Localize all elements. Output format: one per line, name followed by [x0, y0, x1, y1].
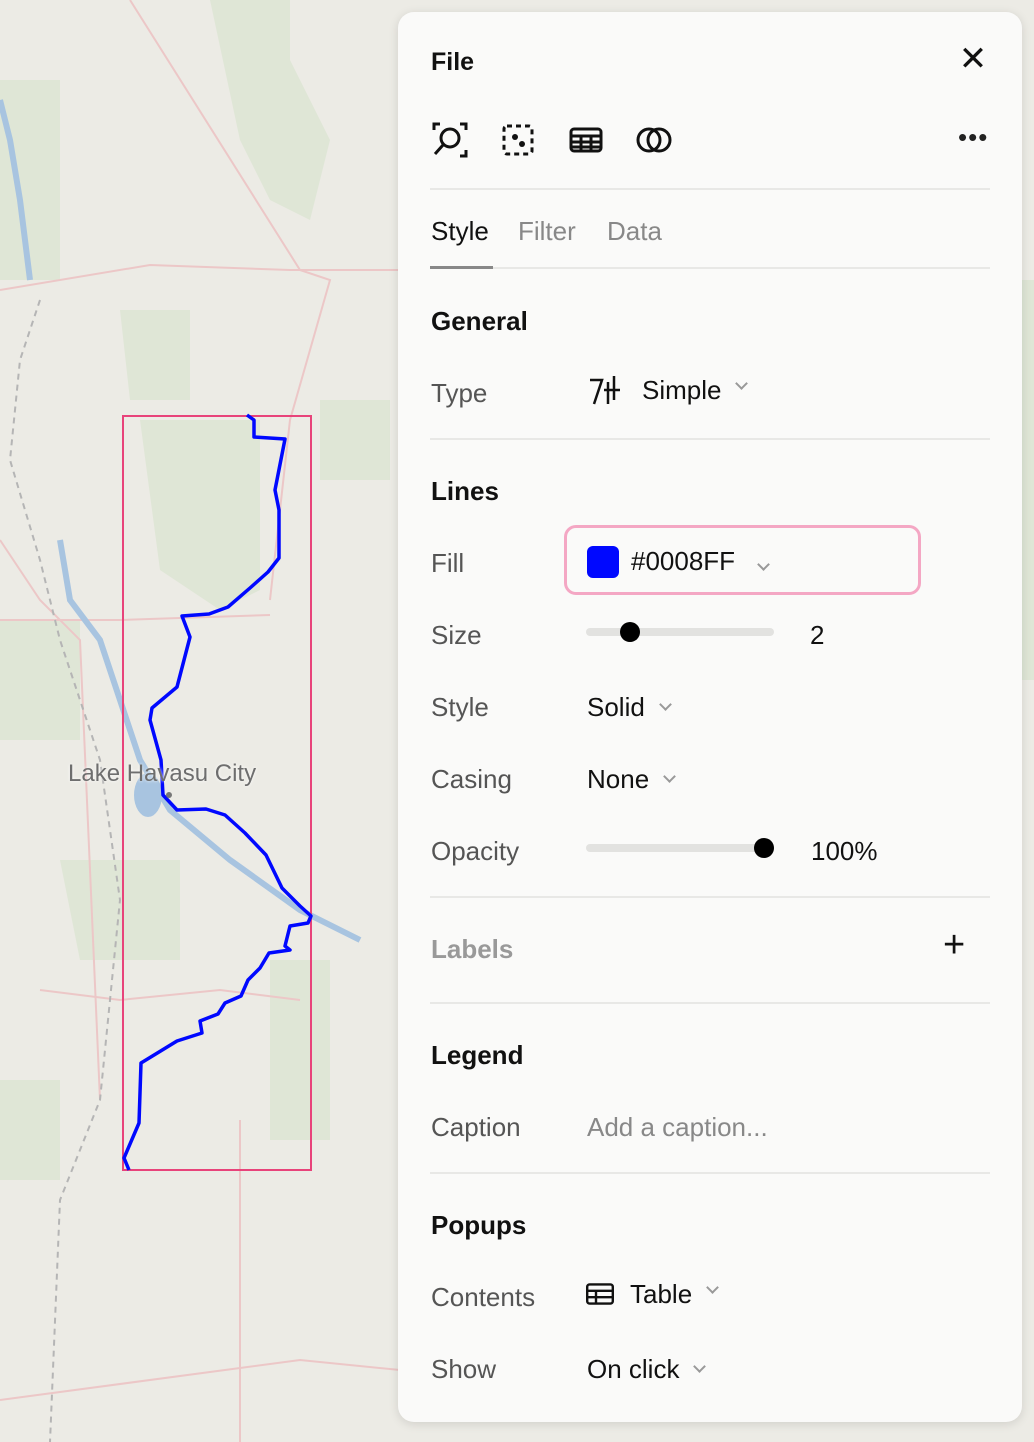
- chevron-down-icon: [658, 698, 672, 711]
- blend-icon[interactable]: [634, 120, 674, 160]
- table-icon: [586, 1283, 614, 1305]
- show-dropdown[interactable]: On click: [587, 1354, 707, 1385]
- section-general: General: [431, 306, 528, 336]
- casing-label: Casing: [431, 764, 512, 794]
- fill-label: Fill: [431, 548, 465, 578]
- close-icon[interactable]: ✕: [958, 42, 988, 76]
- section-labels: Labels: [431, 934, 514, 964]
- type-value: Simple: [642, 374, 722, 405]
- section-legend: Legend: [431, 1040, 524, 1070]
- size-value: 2: [810, 620, 825, 650]
- layer-style-panel: File ✕ ••• Style Filter Data General Typ…: [398, 12, 1022, 1422]
- contents-value: Table: [630, 1278, 693, 1309]
- tab-data[interactable]: Data: [607, 216, 662, 247]
- opacity-value: 100%: [811, 836, 878, 866]
- show-label: Show: [431, 1354, 497, 1384]
- slider-handle[interactable]: [754, 838, 774, 858]
- divider: [430, 188, 990, 190]
- divider: [430, 896, 990, 898]
- zoom-to-fit-icon[interactable]: [430, 120, 470, 160]
- chevron-down-icon: [735, 376, 749, 390]
- slider-handle[interactable]: [620, 622, 640, 642]
- divider: [430, 1002, 990, 1004]
- chevron-down-icon: [663, 770, 677, 783]
- fill-value: #0008FF: [631, 546, 736, 576]
- city-label: Lake Havasu City: [68, 760, 257, 787]
- add-label-plus-icon[interactable]: +: [943, 924, 965, 967]
- chevron-down-icon: [693, 1360, 707, 1373]
- style-dropdown[interactable]: Solid: [587, 692, 672, 723]
- simple-lines-icon: [590, 376, 620, 405]
- type-label: Type: [431, 378, 488, 408]
- select-features-icon[interactable]: [498, 120, 538, 160]
- tab-style[interactable]: Style: [431, 216, 489, 247]
- opacity-label: Opacity: [431, 836, 520, 866]
- section-lines: Lines: [431, 476, 499, 506]
- size-slider[interactable]: [586, 622, 774, 642]
- opacity-slider[interactable]: [586, 838, 774, 858]
- caption-input[interactable]: Add a caption...: [587, 1112, 768, 1143]
- style-label: Style: [431, 692, 489, 722]
- table-icon[interactable]: [566, 120, 606, 160]
- contents-label: Contents: [431, 1282, 536, 1312]
- active-tab-indicator: [430, 266, 493, 269]
- divider: [430, 438, 990, 440]
- casing-value: None: [587, 764, 650, 794]
- style-value: Solid: [587, 692, 645, 722]
- section-popups: Popups: [431, 1210, 527, 1240]
- divider: [430, 1172, 990, 1174]
- casing-dropdown[interactable]: None: [587, 764, 677, 795]
- size-label: Size: [431, 620, 482, 650]
- chevron-down-icon: [706, 1280, 720, 1294]
- caption-label: Caption: [431, 1112, 521, 1142]
- type-dropdown[interactable]: Simple: [588, 372, 749, 408]
- city-dot: [166, 792, 172, 798]
- fill-color-picker[interactable]: #0008FF: [564, 525, 921, 595]
- divider: [430, 267, 990, 269]
- chevron-down-icon: [757, 558, 770, 571]
- panel-title: File: [431, 48, 475, 76]
- contents-dropdown[interactable]: Table: [584, 1278, 720, 1310]
- more-icon[interactable]: •••: [958, 122, 988, 153]
- tab-filter[interactable]: Filter: [518, 216, 576, 247]
- color-swatch: [587, 546, 619, 578]
- show-value: On click: [587, 1354, 680, 1384]
